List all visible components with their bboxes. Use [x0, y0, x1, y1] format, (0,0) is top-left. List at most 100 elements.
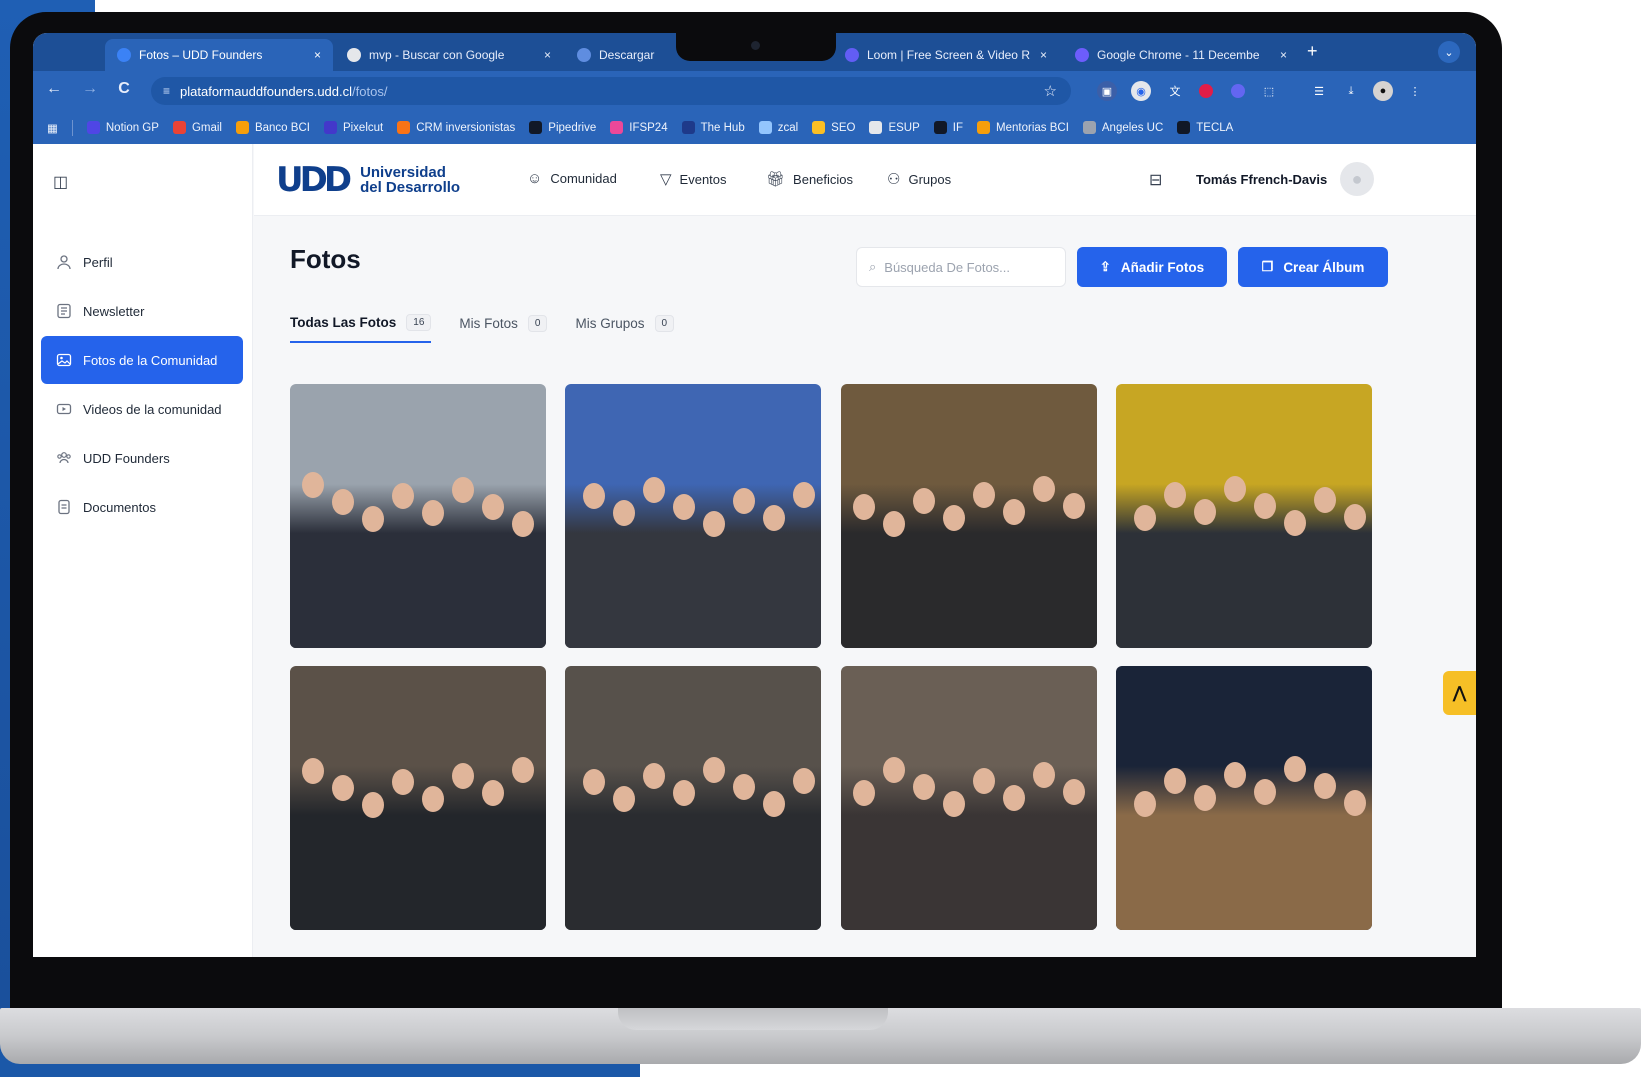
purple-extension-icon[interactable]	[1231, 84, 1245, 98]
photo-person-head	[913, 774, 935, 800]
download-icon[interactable]: ⤓	[1341, 81, 1361, 101]
add-photos-button[interactable]: ⇪ Añadir Fotos	[1077, 247, 1227, 287]
photo-person-head	[973, 482, 995, 508]
translate-extension-icon[interactable]: ▣	[1097, 81, 1117, 101]
tab-todas-las-fotos[interactable]: Todas Las Fotos 16	[290, 314, 432, 343]
photo-person-head	[512, 511, 534, 537]
photo-card[interactable]	[290, 384, 546, 648]
bookmarks-bar: ▦ Notion GP Gmail Banco BCI Pixelcut CRM…	[33, 111, 1476, 144]
photo-card[interactable]	[290, 666, 546, 930]
button-label: Crear Álbum	[1283, 259, 1365, 275]
extensions-puzzle-icon[interactable]: ⬚	[1259, 81, 1279, 101]
sidebar-item-udd-founders[interactable]: UDD Founders	[41, 434, 243, 482]
profile-avatar-icon[interactable]: ●	[1373, 81, 1393, 101]
bookmark[interactable]: Mentorias BCI	[977, 121, 1069, 134]
nav-label: Eventos	[679, 171, 727, 187]
bookmark-star-icon[interactable]: ☆	[1044, 82, 1057, 100]
browser-tab[interactable]: Descargar	[565, 39, 675, 71]
nav-label: Beneficios	[793, 171, 854, 187]
photo-person-head	[643, 763, 665, 789]
apps-grid-icon[interactable]: ▦	[47, 121, 58, 135]
nav-eventos[interactable]: ▽ Eventos	[660, 170, 727, 188]
photo-card[interactable]	[1116, 666, 1372, 930]
bookmark[interactable]: SEO	[812, 121, 855, 134]
bookmark[interactable]: Banco BCI	[235, 121, 310, 134]
new-tab-button[interactable]: +	[1307, 41, 1318, 62]
reading-list-icon[interactable]: ☰	[1309, 81, 1329, 101]
browser-tab[interactable]: Google Chrome - 11 Decembe ×	[1063, 39, 1299, 71]
forward-arrow-icon[interactable]: →	[79, 80, 101, 98]
sidebar-item-label: Perfil	[83, 254, 113, 270]
avatar[interactable]: ●	[1340, 162, 1374, 196]
photo-person-head	[973, 768, 995, 794]
tab-close-icon[interactable]: ×	[534, 48, 551, 62]
translate-text-icon[interactable]: 文	[1165, 81, 1185, 101]
back-arrow-icon[interactable]: ←	[43, 80, 65, 98]
tab-close-icon[interactable]: ×	[1030, 48, 1047, 62]
globe-extension-icon[interactable]: ◉	[1131, 81, 1151, 101]
bookmark[interactable]: Gmail	[172, 121, 222, 134]
browser-tab[interactable]: Loom | Free Screen & Video R ×	[833, 39, 1049, 71]
sidebar-item-perfil[interactable]: Perfil	[41, 238, 243, 286]
tab-mis-grupos[interactable]: Mis Grupos 0	[575, 314, 675, 343]
bookmark[interactable]: CRM inversionistas	[397, 121, 515, 134]
bookmark[interactable]: The Hub	[681, 121, 745, 134]
sidebar-item-newsletter[interactable]: Newsletter	[41, 287, 243, 335]
bookmark[interactable]: zcal	[758, 121, 798, 134]
reload-icon[interactable]: C	[113, 80, 135, 98]
tab-mis-fotos[interactable]: Mis Fotos 0	[459, 314, 548, 343]
photo-card[interactable]	[1116, 384, 1372, 648]
sidebar-item-label: Documentos	[83, 499, 156, 515]
photo-person-head	[422, 500, 444, 526]
nav-comunidad[interactable]: ☺ Comunidad	[527, 170, 617, 187]
chrome-menu-icon[interactable]: ⋮	[1405, 81, 1425, 101]
photo-person-head	[673, 780, 695, 806]
photo-person-head	[703, 511, 725, 537]
inbox-icon[interactable]: ⊟	[1149, 170, 1162, 190]
create-album-button[interactable]: ❐ Crear Álbum	[1238, 247, 1388, 287]
udd-logo[interactable]: UDD Universidad del Desarrollo	[276, 163, 460, 197]
tab-close-icon[interactable]: ×	[304, 48, 321, 62]
photo-person-head	[1134, 505, 1156, 531]
address-bar[interactable]: ≡ plataformauddfounders.udd.cl/fotos/ ☆	[151, 77, 1071, 105]
nav-beneficios[interactable]: 🎁︎ Beneficios	[766, 170, 853, 188]
nav-label: Grupos	[908, 171, 952, 187]
tab-favicon-icon	[845, 48, 859, 62]
collapse-arrow-button[interactable]: ⋀	[1443, 671, 1476, 715]
cup-icon: ▽	[660, 171, 672, 188]
bookmark[interactable]: IF	[933, 121, 963, 134]
browser-tab[interactable]: Fotos – UDD Founders ×	[105, 39, 333, 71]
photo-card[interactable]	[841, 666, 1097, 930]
sidebar-toggle-icon[interactable]: ◫	[53, 172, 68, 192]
tab-search-button[interactable]: ⌄	[1438, 41, 1460, 63]
photo-card[interactable]	[565, 384, 821, 648]
photo-person-head	[1284, 756, 1306, 782]
tab-label: Mis Grupos	[575, 316, 645, 331]
sidebar-item-fotos-comunidad[interactable]: Fotos de la Comunidad	[41, 336, 243, 384]
sidebar-item-label: Newsletter	[83, 303, 145, 319]
nav-grupos[interactable]: ⚇ Grupos	[887, 170, 951, 188]
bookmark[interactable]: IFSP24	[610, 121, 668, 134]
sidebar-item-documentos[interactable]: Documentos	[41, 483, 243, 531]
bookmark[interactable]: Notion GP	[86, 121, 159, 134]
bookmark[interactable]: ESUP	[869, 121, 920, 134]
bookmark[interactable]: Pixelcut	[323, 121, 383, 134]
photo-person-head	[1224, 762, 1246, 788]
photo-people	[841, 484, 1097, 648]
photo-card[interactable]	[841, 384, 1097, 648]
photo-person-head	[943, 791, 965, 817]
bookmark[interactable]: Pipedrive	[529, 121, 596, 134]
photo-person-head	[1254, 779, 1276, 805]
photo-person-head	[733, 774, 755, 800]
bookmark[interactable]: Angeles UC	[1082, 121, 1163, 134]
photo-search-input[interactable]: ⌕ Búsqueda De Fotos...	[856, 247, 1066, 287]
browser-tab[interactable]: mvp - Buscar con Google ×	[335, 39, 563, 71]
tab-close-icon[interactable]: ×	[1270, 48, 1287, 62]
bookmark[interactable]: TECLA	[1177, 121, 1233, 134]
red-extension-icon[interactable]	[1199, 84, 1213, 98]
photo-person-head	[362, 506, 384, 532]
sidebar-item-videos[interactable]: Videos de la comunidad	[41, 385, 243, 433]
user-name[interactable]: Tomás Ffrench-Davis	[1196, 172, 1327, 187]
site-settings-icon[interactable]: ≡	[163, 84, 170, 98]
photo-card[interactable]	[565, 666, 821, 930]
